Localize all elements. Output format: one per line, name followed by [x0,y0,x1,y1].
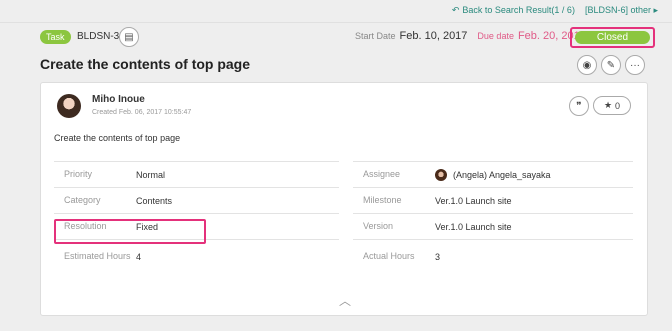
issue-dates: Start Date Feb. 10, 2017 Due date Feb. 2… [355,30,586,42]
issue-type-badge: Task [40,30,71,44]
star-button[interactable]: ★ 0 [593,96,631,115]
issue-key: BLDSN-3 [77,31,120,42]
property-row-priority: Priority Normal [54,161,339,187]
property-value: 3 [435,251,441,262]
next-issue-link[interactable]: [BLDSN-6] other ▸ [585,5,658,16]
eye-icon: ◉ [582,59,592,71]
status-badge[interactable]: Closed [575,31,650,44]
back-to-search-link[interactable]: ↶ Back to Search Result(1 / 6) [452,5,575,16]
property-value: 4 [136,251,142,262]
copy-key-button[interactable]: ▤ [119,27,139,47]
edit-button[interactable]: ✎ [601,55,621,75]
star-icon: ★ [603,100,613,110]
quote-button[interactable]: ❞ [569,96,589,116]
property-value: Normal [136,169,166,180]
issue-navigation: ↶ Back to Search Result(1 / 6) [BLDSN-6] … [452,3,658,17]
property-value: Fixed [136,221,159,232]
property-value[interactable]: (Angela) Angela_sayaka [453,170,551,180]
more-icon: ··· [630,59,640,71]
property-row-resolution: Resolution Fixed [54,213,339,239]
avatar [57,94,81,118]
star-count: 0 [615,100,621,111]
property-row-assignee: Assignee (Angela) Angela_sayaka [353,161,633,187]
property-label: Version [363,221,394,231]
status-highlight-box: Closed [570,27,655,48]
property-row-version: Version Ver.1.0 Launch site [353,213,633,239]
assignee-value: (Angela) Angela_sayaka [435,168,551,181]
property-label: Milestone [363,195,402,205]
copy-clipboard-icon: ▤ [124,31,134,43]
collapse-toggle[interactable]: ︿ [339,292,351,309]
property-value: Ver.1.0 Launch site [435,221,512,232]
pencil-icon: ✎ [606,59,616,71]
more-options-button[interactable]: ··· [625,55,645,75]
properties-left: Priority Normal Category Contents Resolu… [54,161,339,273]
property-row-category: Category Contents [54,187,339,213]
property-label: Priority [64,169,93,179]
property-label: Estimated Hours [64,251,131,261]
start-date-value: Feb. 10, 2017 [399,30,468,42]
chevron-up-icon: ︿ [339,294,352,308]
property-row-estimated-hours: Estimated Hours 4 [54,239,339,273]
issue-detail-card: Miho Inoue Created Feb. 06, 2017 10:55:4… [40,82,648,316]
watch-button[interactable]: ◉ [577,55,597,75]
back-arrow-icon: ↶ [451,4,460,15]
properties-right: Assignee (Angela) Angela_sayaka Mileston… [353,161,633,273]
property-value: Ver.1.0 Launch site [435,195,512,206]
page-title: Create the contents of top page [40,56,251,72]
start-date-label: Start Date [355,31,396,41]
property-label: Actual Hours [363,251,415,261]
property-row-actual-hours: Actual Hours 3 [353,239,633,273]
due-date-label: Due date [477,31,514,41]
quote-icon: ❞ [576,100,582,112]
property-row-milestone: Milestone Ver.1.0 Launch site [353,187,633,213]
author-name: Miho Inoue [92,94,145,105]
divider [0,22,672,23]
created-timestamp: Created Feb. 06, 2017 10:55:47 [92,109,192,116]
property-label: Resolution [64,221,107,231]
assignee-avatar [435,168,447,181]
property-label: Assignee [363,169,401,179]
property-value: Contents [136,195,173,206]
issue-description: Create the contents of top page [54,133,181,143]
property-label: Category [64,195,101,205]
back-label: Back to Search Result(1 / 6) [462,4,575,15]
